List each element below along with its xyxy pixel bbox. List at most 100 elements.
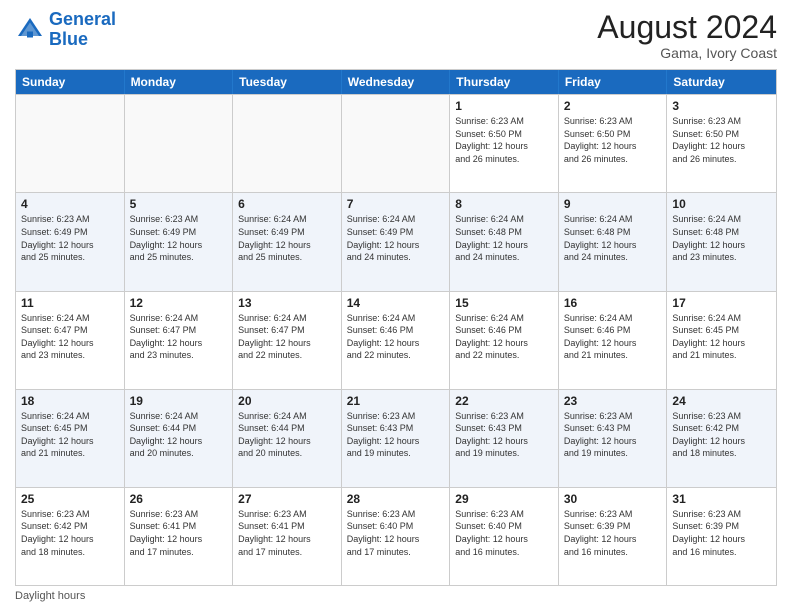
calendar-body: 1 Sunrise: 6:23 AM Sunset: 6:50 PM Daylig… (16, 94, 776, 585)
cell-info: Sunrise: 6:24 AM Sunset: 6:47 PM Dayligh… (238, 312, 336, 362)
cal-cell: 26 Sunrise: 6:23 AM Sunset: 6:41 PM Dayli… (125, 488, 234, 585)
cell-info: Sunrise: 6:23 AM Sunset: 6:41 PM Dayligh… (238, 508, 336, 558)
cell-info: Sunrise: 6:23 AM Sunset: 6:50 PM Dayligh… (672, 115, 771, 165)
cal-header-tuesday: Tuesday (233, 70, 342, 94)
cell-info: Sunrise: 6:24 AM Sunset: 6:48 PM Dayligh… (564, 213, 662, 263)
cal-cell: 31Sunrise: 6:23 AM Sunset: 6:39 PM Dayli… (667, 488, 776, 585)
cal-header-thursday: Thursday (450, 70, 559, 94)
day-number: 31 (672, 492, 771, 506)
cell-info: Sunrise: 6:23 AM Sunset: 6:41 PM Dayligh… (130, 508, 228, 558)
day-number: 10 (672, 197, 771, 211)
cal-cell: 12Sunrise: 6:24 AM Sunset: 6:47 PM Dayli… (125, 292, 234, 389)
day-number: 8 (455, 197, 553, 211)
day-number: 28 (347, 492, 445, 506)
logo-line1: General (49, 9, 116, 29)
cal-header-monday: Monday (125, 70, 234, 94)
day-number: 3 (672, 99, 771, 113)
cal-cell: 1 Sunrise: 6:23 AM Sunset: 6:50 PM Daylig… (450, 95, 559, 192)
day-number: 7 (347, 197, 445, 211)
cal-row-4: 25Sunrise: 6:23 AM Sunset: 6:42 PM Dayli… (16, 487, 776, 585)
day-number: 26 (130, 492, 228, 506)
main-title: August 2024 (597, 10, 777, 45)
cell-info: Sunrise: 6:24 AM Sunset: 6:45 PM Dayligh… (672, 312, 771, 362)
day-number: 24 (672, 394, 771, 408)
day-number: 1 (455, 99, 553, 113)
cal-cell: 21Sunrise: 6:23 AM Sunset: 6:43 PM Dayli… (342, 390, 451, 487)
cell-info: Sunrise: 6:24 AM Sunset: 6:47 PM Dayligh… (130, 312, 228, 362)
day-number: 4 (21, 197, 119, 211)
logo-icon (15, 15, 45, 45)
day-number: 5 (130, 197, 228, 211)
cell-info: Sunrise: 6:24 AM Sunset: 6:44 PM Dayligh… (130, 410, 228, 460)
cal-cell: 8 Sunrise: 6:24 AM Sunset: 6:48 PM Daylig… (450, 193, 559, 290)
title-block: August 2024 Gama, Ivory Coast (597, 10, 777, 61)
cal-cell: 22 Sunrise: 6:23 AM Sunset: 6:43 PM Dayli… (450, 390, 559, 487)
cal-cell: 9Sunrise: 6:24 AM Sunset: 6:48 PM Daylig… (559, 193, 668, 290)
day-number: 22 (455, 394, 553, 408)
day-number: 14 (347, 296, 445, 310)
cal-cell (16, 95, 125, 192)
cal-cell: 16Sunrise: 6:24 AM Sunset: 6:46 PM Dayli… (559, 292, 668, 389)
cal-cell: 29 Sunrise: 6:23 AM Sunset: 6:40 PM Dayli… (450, 488, 559, 585)
cal-row-1: 4 Sunrise: 6:23 AM Sunset: 6:49 PM Daylig… (16, 192, 776, 290)
day-number: 17 (672, 296, 771, 310)
cell-info: Sunrise: 6:23 AM Sunset: 6:49 PM Dayligh… (130, 213, 228, 263)
cal-header-wednesday: Wednesday (342, 70, 451, 94)
cell-info: Sunrise: 6:24 AM Sunset: 6:49 PM Dayligh… (347, 213, 445, 263)
logo-line2: Blue (49, 29, 88, 49)
cal-cell: 28 Sunrise: 6:23 AM Sunset: 6:40 PM Dayli… (342, 488, 451, 585)
cal-cell: 10 Sunrise: 6:24 AM Sunset: 6:48 PM Dayli… (667, 193, 776, 290)
cal-cell: 11Sunrise: 6:24 AM Sunset: 6:47 PM Dayli… (16, 292, 125, 389)
cell-info: Sunrise: 6:23 AM Sunset: 6:49 PM Dayligh… (21, 213, 119, 263)
day-number: 16 (564, 296, 662, 310)
day-number: 15 (455, 296, 553, 310)
cell-info: Sunrise: 6:24 AM Sunset: 6:45 PM Dayligh… (21, 410, 119, 460)
day-number: 6 (238, 197, 336, 211)
cell-info: Sunrise: 6:24 AM Sunset: 6:49 PM Dayligh… (238, 213, 336, 263)
calendar-header: SundayMondayTuesdayWednesdayThursdayFrid… (16, 70, 776, 94)
header: General Blue August 2024 Gama, Ivory Coa… (15, 10, 777, 61)
cell-info: Sunrise: 6:23 AM Sunset: 6:39 PM Dayligh… (564, 508, 662, 558)
cal-header-friday: Friday (559, 70, 668, 94)
cell-info: Sunrise: 6:23 AM Sunset: 6:43 PM Dayligh… (455, 410, 553, 460)
cal-cell: 19 Sunrise: 6:24 AM Sunset: 6:44 PM Dayli… (125, 390, 234, 487)
cal-cell: 15 Sunrise: 6:24 AM Sunset: 6:46 PM Dayli… (450, 292, 559, 389)
cal-cell: 2 Sunrise: 6:23 AM Sunset: 6:50 PM Daylig… (559, 95, 668, 192)
cal-cell: 18Sunrise: 6:24 AM Sunset: 6:45 PM Dayli… (16, 390, 125, 487)
calendar: SundayMondayTuesdayWednesdayThursdayFrid… (15, 69, 777, 586)
cal-cell: 5 Sunrise: 6:23 AM Sunset: 6:49 PM Daylig… (125, 193, 234, 290)
cell-info: Sunrise: 6:24 AM Sunset: 6:46 PM Dayligh… (347, 312, 445, 362)
cell-info: Sunrise: 6:24 AM Sunset: 6:48 PM Dayligh… (672, 213, 771, 263)
day-number: 29 (455, 492, 553, 506)
cell-info: Sunrise: 6:23 AM Sunset: 6:40 PM Dayligh… (347, 508, 445, 558)
cal-cell (233, 95, 342, 192)
cell-info: Sunrise: 6:23 AM Sunset: 6:50 PM Dayligh… (455, 115, 553, 165)
cell-info: Sunrise: 6:23 AM Sunset: 6:50 PM Dayligh… (564, 115, 662, 165)
cal-cell: 30 Sunrise: 6:23 AM Sunset: 6:39 PM Dayli… (559, 488, 668, 585)
day-number: 11 (21, 296, 119, 310)
cal-cell: 13Sunrise: 6:24 AM Sunset: 6:47 PM Dayli… (233, 292, 342, 389)
cal-cell: 14 Sunrise: 6:24 AM Sunset: 6:46 PM Dayli… (342, 292, 451, 389)
cal-cell: 24Sunrise: 6:23 AM Sunset: 6:42 PM Dayli… (667, 390, 776, 487)
day-number: 19 (130, 394, 228, 408)
cal-cell (125, 95, 234, 192)
cal-cell: 3 Sunrise: 6:23 AM Sunset: 6:50 PM Daylig… (667, 95, 776, 192)
cal-row-3: 18Sunrise: 6:24 AM Sunset: 6:45 PM Dayli… (16, 389, 776, 487)
day-number: 30 (564, 492, 662, 506)
cal-header-saturday: Saturday (667, 70, 776, 94)
cal-cell (342, 95, 451, 192)
cal-cell: 27Sunrise: 6:23 AM Sunset: 6:41 PM Dayli… (233, 488, 342, 585)
cal-cell: 6 Sunrise: 6:24 AM Sunset: 6:49 PM Daylig… (233, 193, 342, 290)
page: General Blue August 2024 Gama, Ivory Coa… (0, 0, 792, 612)
cell-info: Sunrise: 6:24 AM Sunset: 6:48 PM Dayligh… (455, 213, 553, 263)
day-number: 21 (347, 394, 445, 408)
cal-header-sunday: Sunday (16, 70, 125, 94)
cell-info: Sunrise: 6:24 AM Sunset: 6:46 PM Dayligh… (455, 312, 553, 362)
subtitle: Gama, Ivory Coast (597, 45, 777, 61)
day-number: 2 (564, 99, 662, 113)
cell-info: Sunrise: 6:23 AM Sunset: 6:40 PM Dayligh… (455, 508, 553, 558)
cell-info: Sunrise: 6:23 AM Sunset: 6:43 PM Dayligh… (564, 410, 662, 460)
cal-cell: 17 Sunrise: 6:24 AM Sunset: 6:45 PM Dayli… (667, 292, 776, 389)
cell-info: Sunrise: 6:24 AM Sunset: 6:44 PM Dayligh… (238, 410, 336, 460)
logo: General Blue (15, 10, 116, 50)
